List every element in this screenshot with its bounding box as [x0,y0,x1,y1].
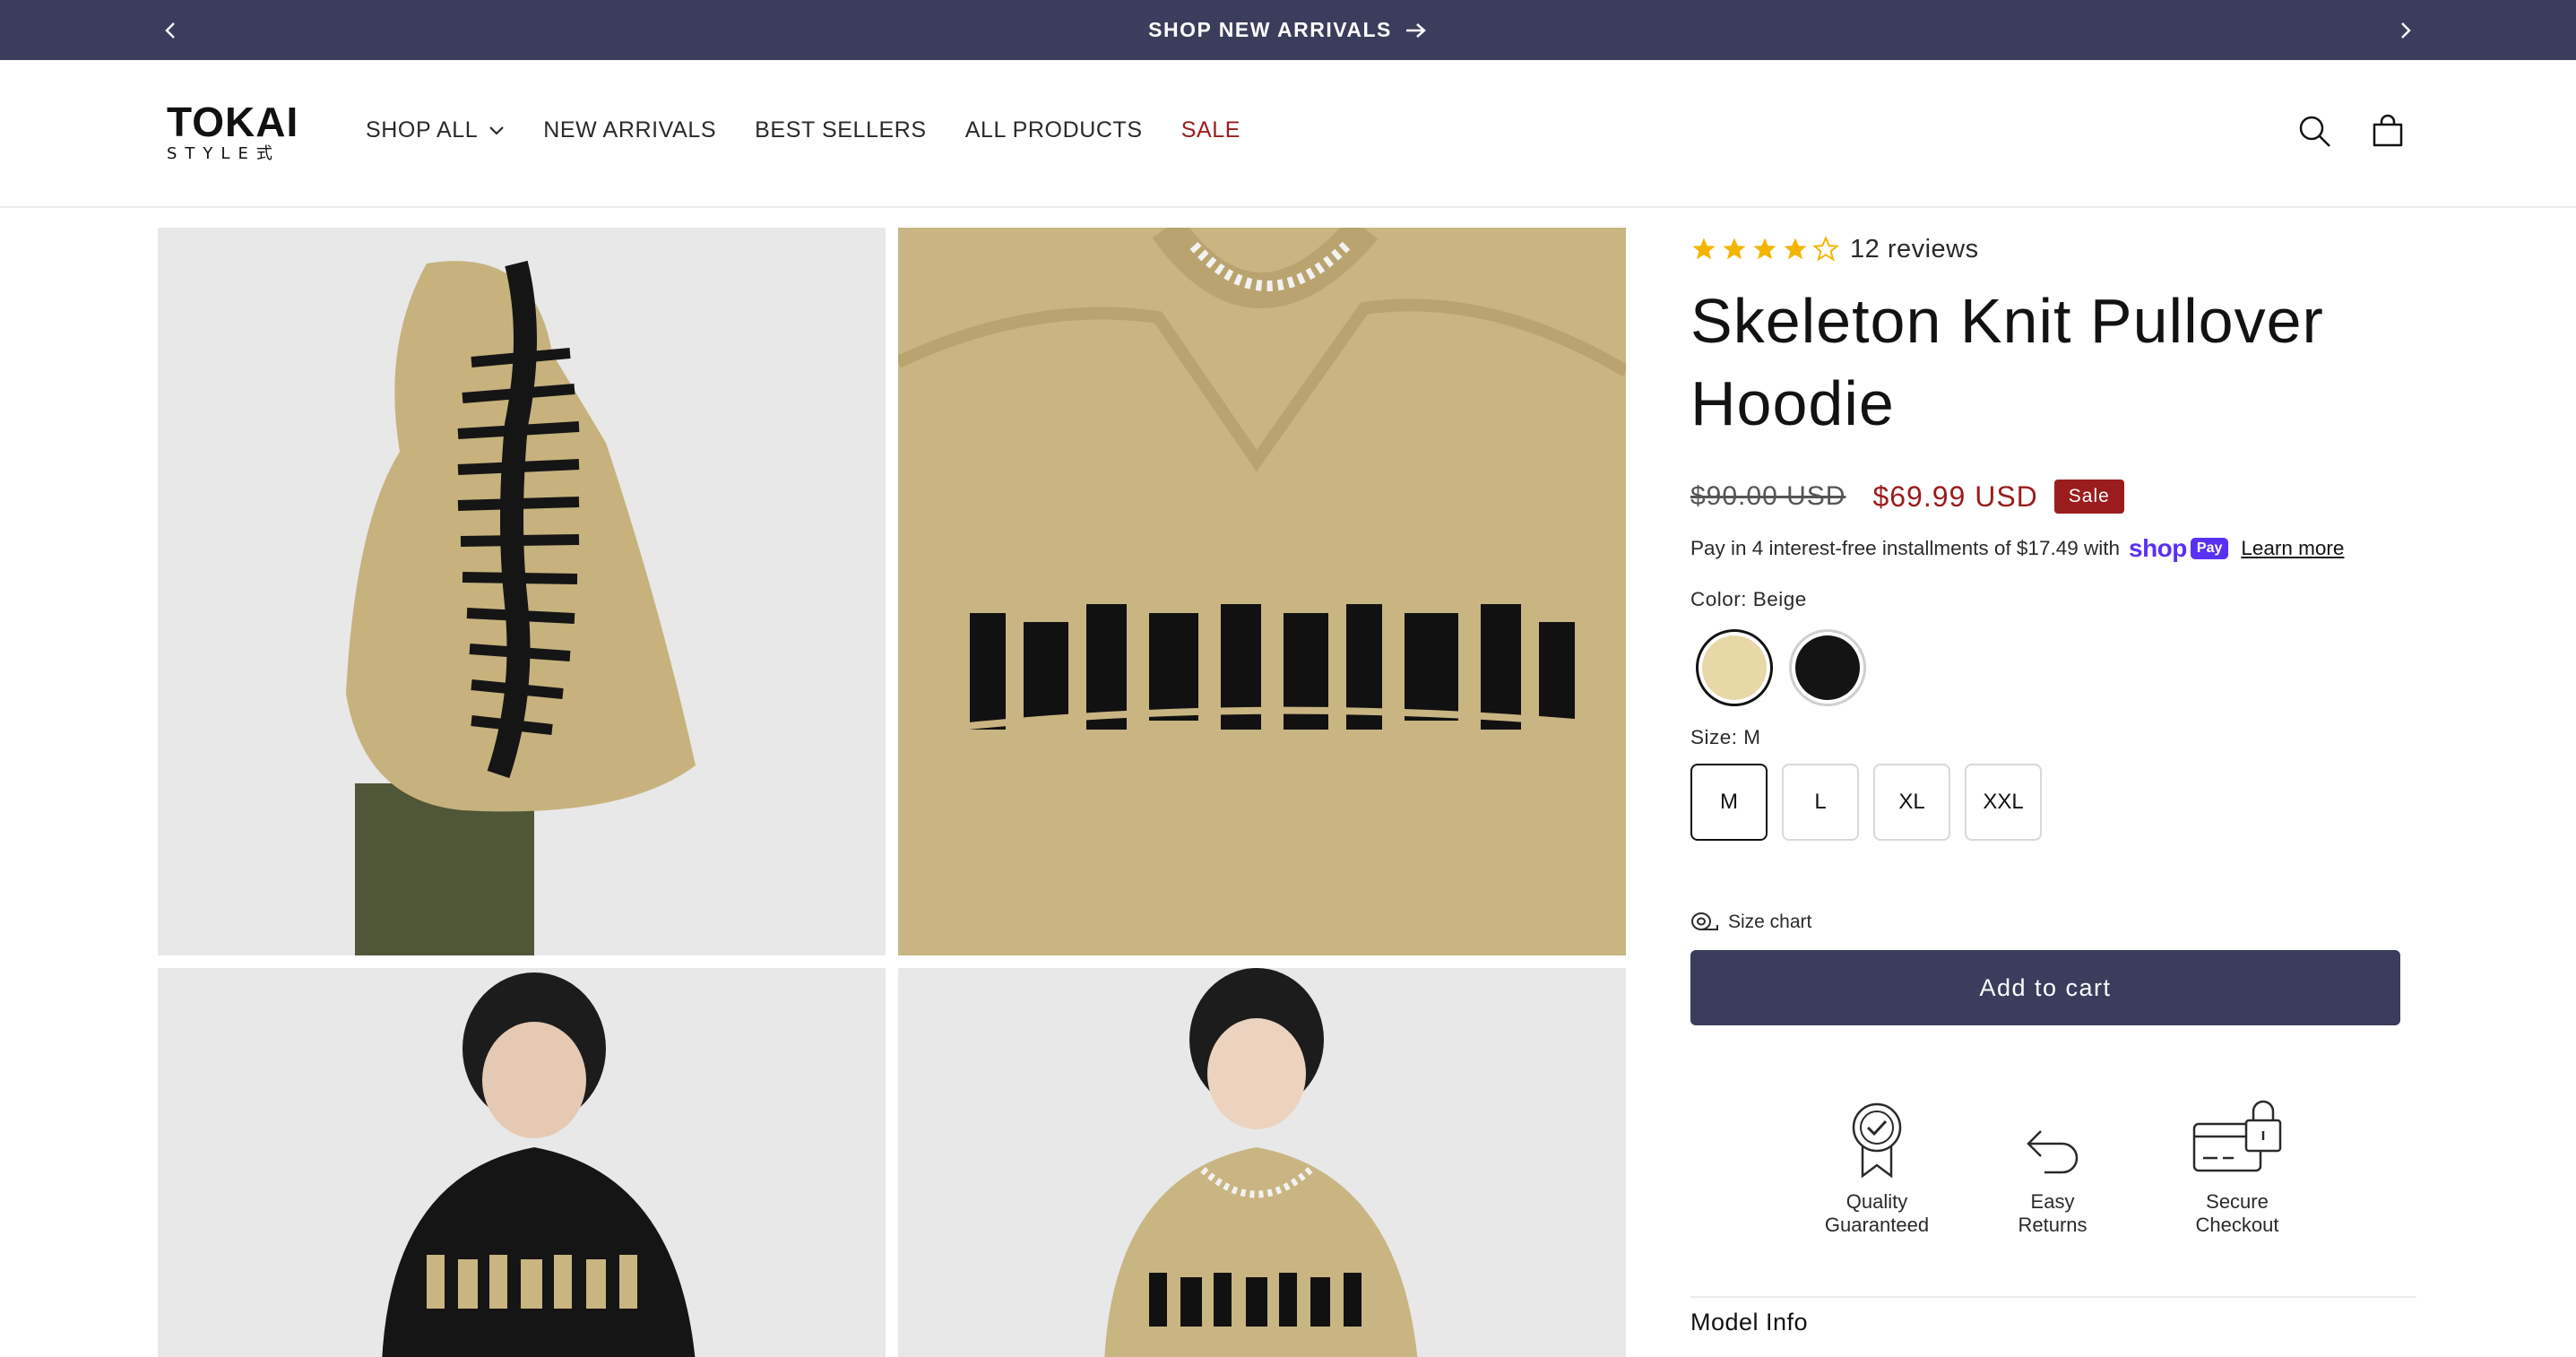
nav-item-label: BEST SELLERS [755,117,927,143]
announcement-prev-button[interactable] [152,13,188,48]
brand-logo[interactable]: TOKAI STYLE式 [167,101,301,173]
chevron-down-icon [489,125,505,135]
installments-banner: Pay in 4 interest-free installments of $… [1690,531,2407,566]
price-regular: $90.00 USD [1690,481,1846,511]
search-button[interactable] [2294,110,2337,153]
search-icon [2299,116,2330,147]
logo-text: TOKAI [167,99,299,145]
badge-quality-line1: Quality [1846,1190,1908,1213]
rating-summary[interactable]: 12 reviews [1690,228,2407,271]
price-sale: $69.99 USD [1872,480,2038,513]
arrow-right-icon [1405,22,1426,38]
product-image-1[interactable] [158,228,886,955]
model-info-accordion[interactable]: Model Info [1690,1309,1808,1336]
product-image-4[interactable] [898,968,1626,1357]
color-swatches [1696,629,2407,706]
shop-pay-logo: shop [2129,534,2187,562]
badge-quality: Quality Guaranteed [1805,1095,1949,1237]
nav-item-label: SALE [1180,117,1241,143]
product-info: 12 reviews Skeleton Knit Pullover Hoodie… [1690,228,2407,1236]
badge-quality-line2: Guaranteed [1824,1214,1930,1236]
installments-text: Pay in 4 interest-free installments of $… [1690,537,2120,559]
announcement-text: SHOP NEW ARRIVALS [1148,18,1392,41]
swatch-fill [1795,635,1860,700]
star-icon [1753,238,1776,260]
star-icon [1692,238,1716,260]
tape-measure-icon [1691,912,1718,930]
product-image-2[interactable] [898,228,1626,955]
nav-item-all-products[interactable]: ALL PRODUCTS [965,117,1143,143]
badge-checkout-line2: Checkout [2195,1214,2279,1236]
star-icon [1784,238,1807,260]
announcement-link[interactable]: SHOP NEW ARRIVALS [1148,18,1428,42]
size-options: M L XL XXL [1690,764,2407,841]
product-image-3[interactable] [158,968,886,1357]
nav-item-best-sellers[interactable]: BEST SELLERS [755,117,927,143]
nav-item-label: NEW ARRIVALS [543,117,717,143]
reviews-count: 12 reviews [1850,234,1979,264]
secure-card-lock-icon [2192,1100,2282,1172]
cart-button[interactable] [2366,110,2409,153]
accordion-divider [1690,1296,2416,1298]
nav-item-label: ALL PRODUCTS [964,117,1143,143]
sale-badge: Sale [2053,480,2124,514]
logo-subtext: STYLE式 [167,144,281,163]
product-title: Skeleton Knit Pullover Hoodie [1690,286,2324,438]
chevron-left-icon [165,22,175,39]
add-to-cart-button[interactable]: Add to cart [1690,950,2400,1025]
model-beige-hoodie-image [898,968,1626,1357]
badge-checkout: Secure Checkout [2165,1095,2309,1237]
cart-icon [2373,114,2403,147]
star-outline-icon [1812,236,1839,262]
nav-item-sale[interactable]: SALE [1181,117,1240,143]
size-option-xl[interactable]: XL [1873,764,1950,841]
shop-pay-pill: Pay [2190,538,2229,559]
badge-returns-line1: Easy [2030,1190,2075,1213]
model-black-hoodie-image [158,968,886,1357]
main-nav: SHOP ALL NEW ARRIVALS BEST SELLERS ALL P… [366,117,1279,143]
announcement-bar: SHOP NEW ARRIVALS [0,0,2576,60]
nav-item-new-arrivals[interactable]: NEW ARRIVALS [543,117,716,143]
badge-checkout-line1: Secure [2206,1190,2269,1213]
size-option-l[interactable]: L [1782,764,1859,841]
trust-badges: Quality Guaranteed Easy Returns Secure C… [1690,1095,2407,1236]
rating-stars [1690,236,1839,263]
hoodie-front-closeup-image [898,228,1626,955]
size-label: Size: M [1690,726,1761,748]
size-chart-link[interactable]: Size chart [1690,911,2407,934]
hoodie-back-image [158,228,886,955]
size-option-xxl[interactable]: XXL [1965,764,2042,841]
nav-item-shop-all[interactable]: SHOP ALL [366,117,505,143]
chevron-right-icon [2401,22,2411,39]
badge-returns: Easy Returns [1981,1095,2124,1237]
color-swatch-black[interactable] [1789,629,1866,706]
price-row: $90.00 USD $69.99 USD Sale [1690,475,2407,518]
star-icon [1723,238,1746,260]
nav-item-label: SHOP ALL [366,117,479,143]
color-swatch-beige[interactable] [1696,629,1773,706]
announcement-next-button[interactable] [2388,13,2424,48]
learn-more-link[interactable]: Learn more [2241,537,2344,560]
site-header: TOKAI STYLE式 SHOP ALL NEW ARRIVALS BEST … [0,60,2576,208]
return-arrow-icon [2027,1130,2079,1174]
quality-ribbon-icon [1852,1102,1902,1179]
swatch-fill [1702,635,1767,700]
badge-returns-line2: Returns [2018,1214,2088,1236]
size-chart-label: Size chart [1728,912,1812,932]
color-label: Color: Beige [1690,588,1807,610]
size-option-m[interactable]: M [1690,764,1768,841]
